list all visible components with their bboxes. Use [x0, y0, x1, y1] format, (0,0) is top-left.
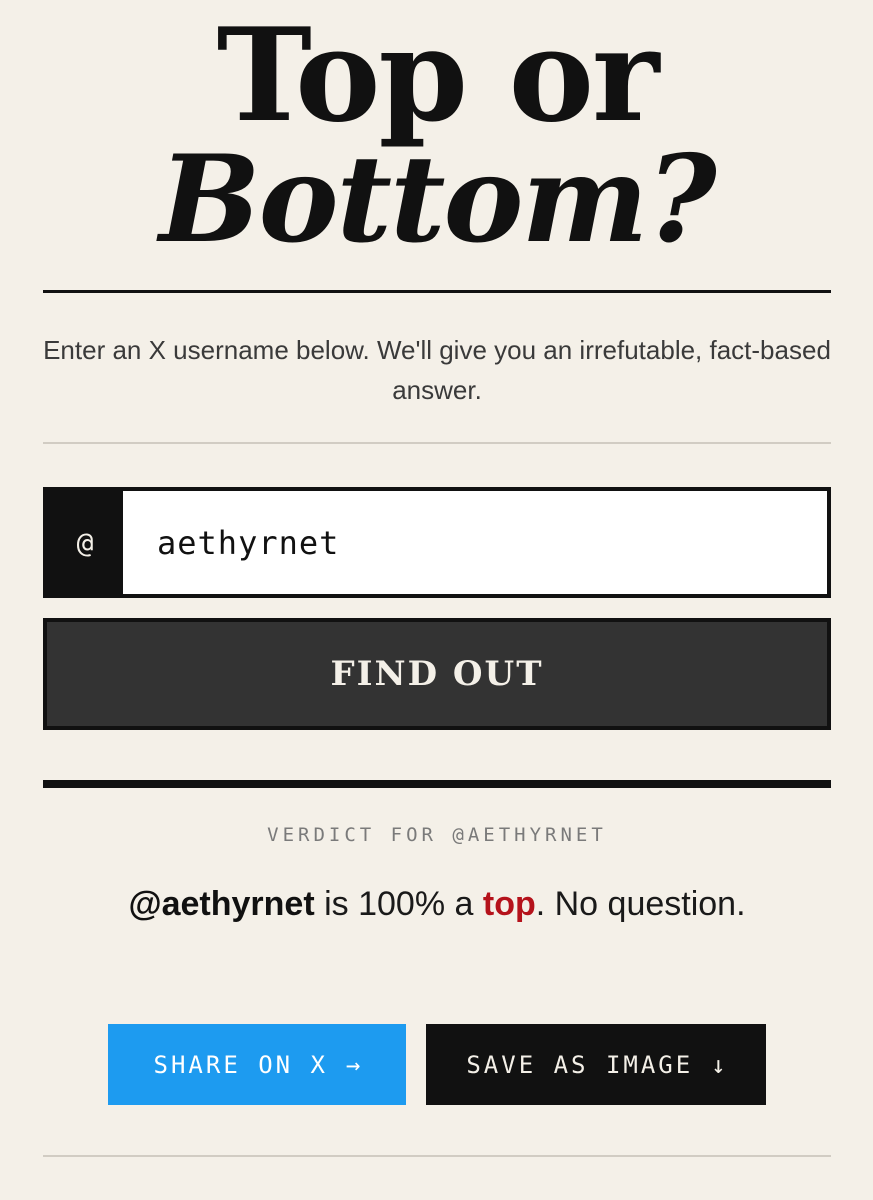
verdict-text: @aethyrnet is 100% a top. No question. [43, 882, 831, 926]
footer-divider [43, 1155, 831, 1157]
username-field: @ [43, 487, 831, 598]
arrow-right-icon: → [346, 1050, 361, 1079]
intro-text: Enter an X username below. We'll give yo… [43, 335, 831, 405]
title-line-1: Top or [216, 1, 660, 151]
intro-divider [43, 442, 831, 444]
verdict-ending: . No question. [535, 885, 746, 923]
title-divider [43, 290, 831, 293]
title-line-2: Bottom? [159, 129, 717, 270]
verdict-word: top [482, 885, 536, 923]
share-label: SHARE ON X [153, 1050, 329, 1079]
page-title: Top or Bottom? [43, 0, 831, 262]
find-out-button[interactable]: FIND OUT [43, 618, 831, 730]
verdict-middle: is 100% a [314, 885, 483, 923]
verdict-handle: @aethyrnet [128, 885, 315, 923]
arrow-down-icon: ↓ [711, 1050, 726, 1079]
verdict-label: VERDICT FOR @AETHYRNET [267, 824, 607, 846]
at-prefix: @ [47, 491, 123, 594]
username-input[interactable] [123, 491, 827, 594]
save-as-image-button[interactable]: SAVE AS IMAGE ↓ [426, 1024, 766, 1105]
result-divider [43, 780, 831, 788]
save-label: SAVE AS IMAGE [466, 1050, 694, 1079]
share-on-x-button[interactable]: SHARE ON X → [108, 1024, 406, 1105]
page-container: Top or Bottom? Enter an X username below… [43, 0, 831, 1157]
